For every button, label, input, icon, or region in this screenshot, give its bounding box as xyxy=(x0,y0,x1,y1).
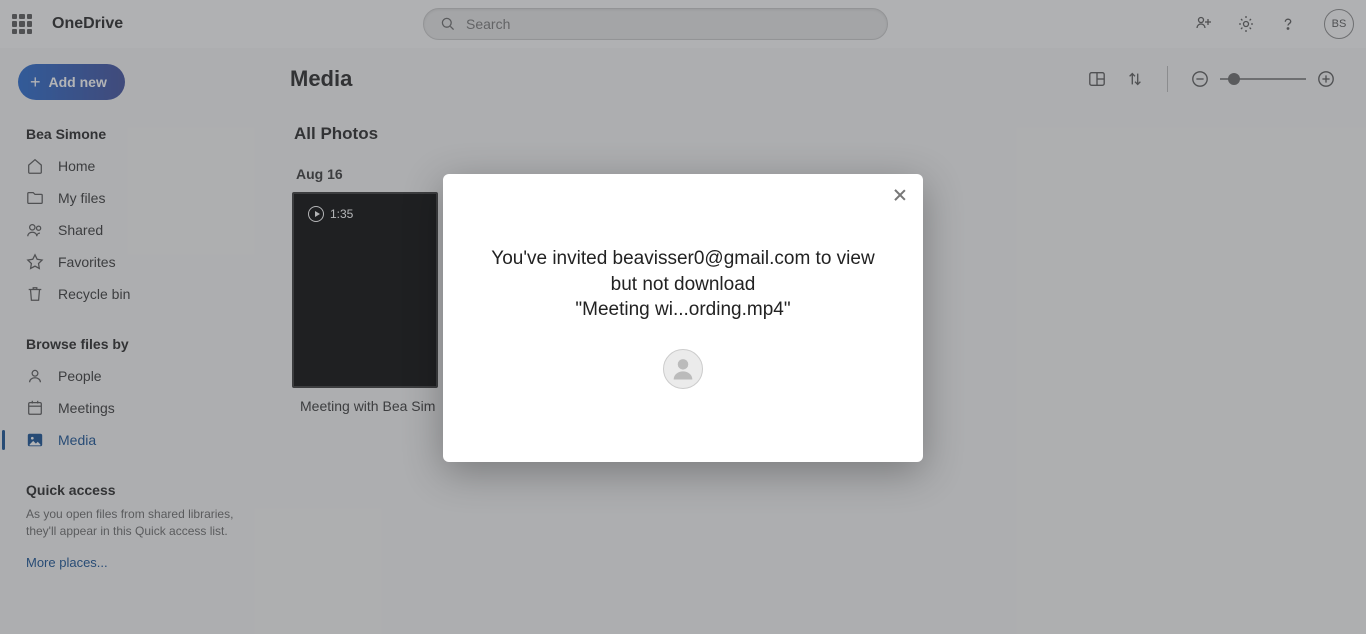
modal-line2: but not download xyxy=(471,272,895,298)
modal-line3: "Meeting wi...ording.mp4" xyxy=(471,297,895,323)
close-icon[interactable] xyxy=(893,188,907,202)
modal-line1: You've invited beavisser0@gmail.com to v… xyxy=(471,246,895,272)
modal-message: You've invited beavisser0@gmail.com to v… xyxy=(471,246,895,323)
share-confirmation-modal: You've invited beavisser0@gmail.com to v… xyxy=(443,174,923,462)
recipient-avatar xyxy=(663,349,703,389)
